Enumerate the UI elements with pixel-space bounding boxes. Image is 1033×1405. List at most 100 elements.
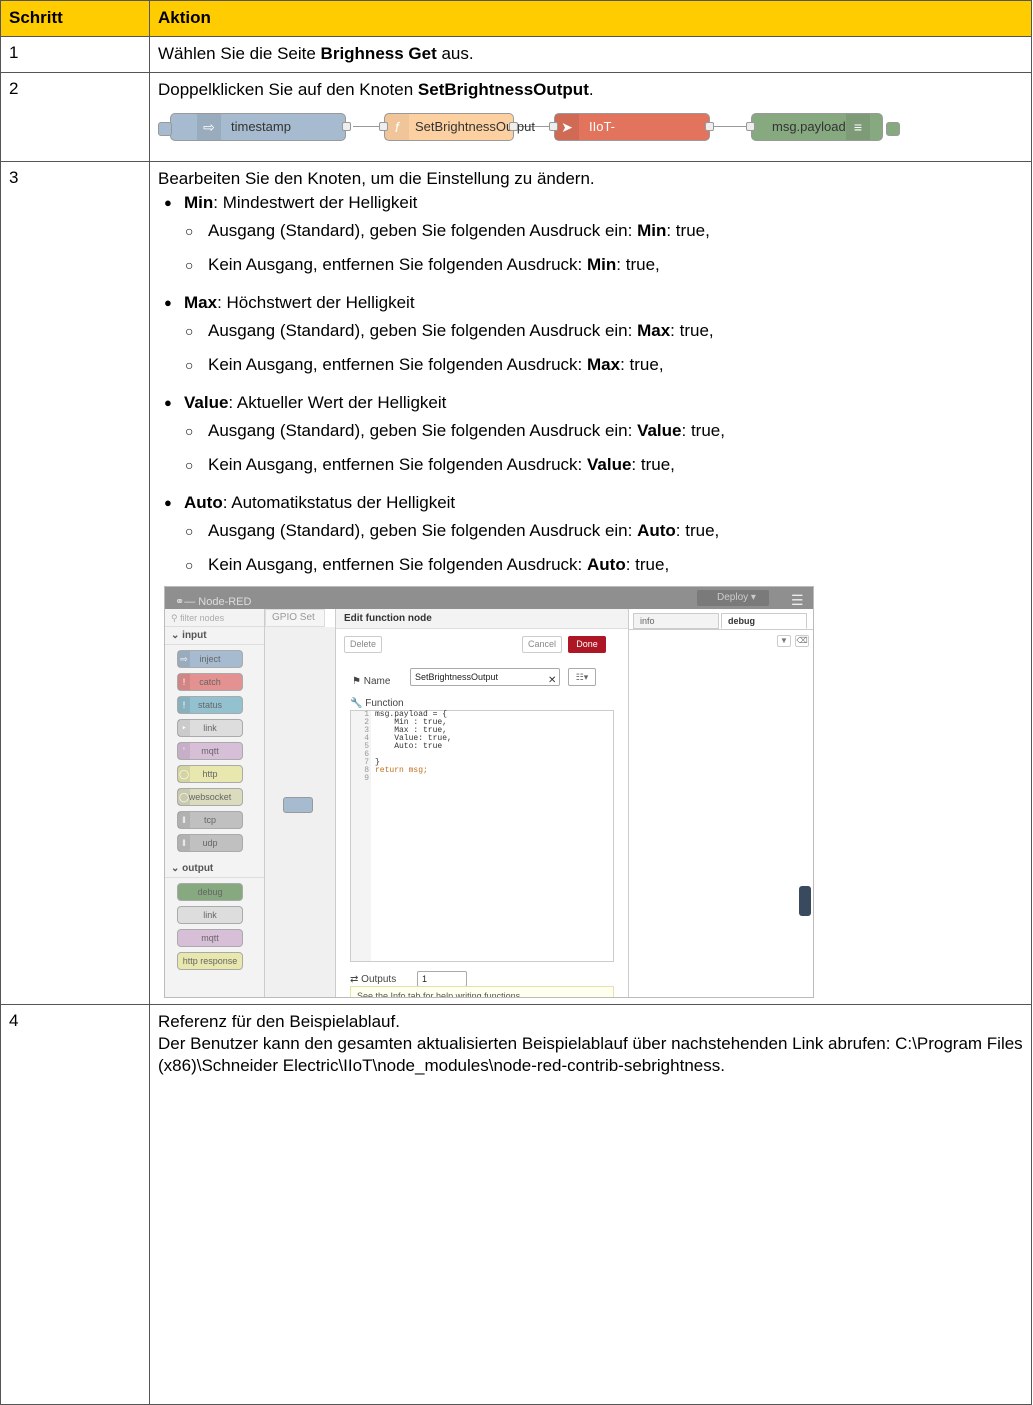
text: : true, <box>616 255 660 274</box>
iiot-arrow-icon: ➤ <box>555 114 579 140</box>
list-item: Ausgang (Standard), geben Sie folgenden … <box>184 420 1023 442</box>
cancel-button[interactable]: Cancel <box>522 636 562 653</box>
debug-toggle-button[interactable] <box>886 122 900 136</box>
palette-filter-input[interactable]: ⚲ filter nodes <box>165 609 264 627</box>
line-numbers: 123456789 <box>351 711 371 961</box>
setting-key: Max <box>587 355 621 374</box>
palette-node[interactable]: ⇨ inject <box>177 650 243 668</box>
filter-icon[interactable]: ▼ <box>777 635 791 647</box>
step-action: Doppelklicken Sie auf den Knoten SetBrig… <box>149 72 1032 162</box>
inject-button[interactable] <box>158 122 172 136</box>
setting-desc: : Höchstwert der Helligkeit <box>217 293 415 312</box>
clear-icon[interactable]: ✕ <box>548 670 556 692</box>
step-number: 1 <box>0 36 150 73</box>
table-header-row: Schritt Aktion <box>0 0 1032 37</box>
debug-list-icon: ≡ <box>846 114 870 140</box>
globe-icon: ◯ <box>178 789 190 805</box>
category-label: input <box>182 630 207 641</box>
alert-icon: ! <box>178 674 190 690</box>
hamburger-menu-icon[interactable]: ☰ <box>791 589 804 611</box>
palette-node[interactable]: ‛ mqtt <box>177 742 243 760</box>
palette-node-label: inject <box>199 654 221 664</box>
palette-node[interactable]: ‣ link <box>177 719 243 737</box>
function-icon: f <box>385 114 409 140</box>
palette-node-label: debug <box>197 887 223 897</box>
palette-node[interactable]: ‖ tcp <box>177 811 243 829</box>
list-item: Value : Aktueller Wert der Helligkeit Aus… <box>158 392 1023 476</box>
label-text: Outputs <box>361 974 397 985</box>
palette-node[interactable]: http response <box>177 952 243 970</box>
table-row: 2 Doppelklicken Sie auf den Knoten SetBr… <box>0 72 1032 162</box>
flow-diagram: ⇨ timestamp f SetBrightnessOutput ➤ IIoT… <box>158 109 1023 160</box>
code-editor[interactable]: 123456789 msg.payload = { Min : true, Ma… <box>350 710 614 962</box>
flow-node-iiot-brightness[interactable]: ➤ IIoT-Brightness_Data_Get <box>554 113 713 160</box>
setting-desc: : Aktueller Wert der Helligkeit <box>228 393 447 412</box>
language-select[interactable]: ☷▾ <box>568 668 596 686</box>
setting-key: Auto <box>587 555 626 574</box>
inject-icon: ⇨ <box>178 651 190 667</box>
text: : true, <box>675 521 720 540</box>
palette-node-label: mqtt <box>201 746 219 756</box>
text: : true, <box>620 355 664 374</box>
flow-canvas[interactable] <box>265 627 335 997</box>
action-text: Doppelklicken Sie auf den Knoten <box>158 80 418 99</box>
flow-node-setbrightnessoutput[interactable]: f SetBrightnessOutput <box>384 113 535 141</box>
text: : true, <box>681 421 725 440</box>
table-row: 1 Wählen Sie die Seite Brighness Get aus… <box>0 36 1032 73</box>
sidebar: info debug ▼ ⌫ <box>629 609 813 997</box>
outputs-spinner[interactable]: 1 <box>416 971 467 988</box>
trash-icon[interactable]: ⌫ <box>795 635 809 647</box>
palette-category-input[interactable]: ⌄ input <box>165 627 264 645</box>
canvas-node[interactable] <box>283 797 313 813</box>
setting-key: Min <box>637 221 667 240</box>
code-source: msg.payload = { Min : true, Max : true, … <box>375 711 452 775</box>
step-intro: Bearbeiten Sie den Knoten, um die Einste… <box>158 169 595 188</box>
output-port <box>509 122 518 131</box>
action-text: Wählen Sie die Seite <box>158 44 321 63</box>
palette-node[interactable]: ◯ websocket <box>177 788 243 806</box>
list-item: Kein Ausgang, entfernen Sie folgenden Au… <box>184 254 1023 276</box>
tab-info[interactable]: info <box>633 613 719 629</box>
name-input[interactable]: SetBrightnessOutput <box>410 668 560 686</box>
flow-node-timestamp[interactable]: ⇨ timestamp <box>170 113 346 141</box>
palette-node[interactable]: mqtt <box>177 929 243 947</box>
palette-node[interactable]: ! catch <box>177 673 243 691</box>
palette-node[interactable]: debug <box>177 883 243 901</box>
setting-key: Value <box>637 421 682 440</box>
header-action: Aktion <box>149 0 1032 37</box>
code-line: Auto: true <box>375 742 443 751</box>
app-title: Node-RED <box>198 596 252 608</box>
palette-node[interactable]: ‖ udp <box>177 834 243 852</box>
text: Kein Ausgang, entfernen Sie folgenden Au… <box>208 255 587 274</box>
node-label: timestamp <box>231 119 291 134</box>
palette-node[interactable]: link <box>177 906 243 924</box>
list-item: Max: Höchstwert der Helligkeit Ausgang (… <box>158 292 1023 376</box>
text: : true, <box>666 221 710 240</box>
tab-debug[interactable]: debug <box>721 613 807 629</box>
palette-node-label: status <box>197 700 222 710</box>
palette-category-output[interactable]: ⌄ output <box>165 860 264 878</box>
palette-node[interactable]: ! status <box>177 696 243 714</box>
flow-node-debug[interactable]: msg.payload ≡ <box>751 113 883 141</box>
step-action: Bearbeiten Sie den Knoten, um die Einste… <box>149 161 1032 1005</box>
chevron-down-icon: ⌄ <box>171 863 180 874</box>
tab-gpio-set[interactable]: GPIO Set <box>265 609 325 627</box>
reference-link-text: Der Benutzer kann den gesamten aktualisi… <box>158 1034 1023 1075</box>
list-item: Kein Ausgang, entfernen Sie folgenden Au… <box>184 354 1023 376</box>
debug-panel: ▼ ⌫ <box>629 629 813 997</box>
text: : true, <box>670 321 714 340</box>
setting-key: Min <box>184 193 214 212</box>
output-port <box>705 122 714 131</box>
delete-button[interactable]: Delete <box>344 636 382 653</box>
step-number: 3 <box>0 161 150 1005</box>
deploy-label: Deploy <box>717 592 749 603</box>
tab-label: GPIO Set <box>272 612 315 623</box>
palette-node[interactable]: ◯ http <box>177 765 243 783</box>
list-item: Auto: Automatikstatus der Helligkeit Aus… <box>158 492 1023 576</box>
scroll-handle[interactable] <box>799 886 811 916</box>
table-row: 3 Bearbeiten Sie den Knoten, um die Eins… <box>0 161 1032 1005</box>
done-button[interactable]: Done <box>568 636 606 653</box>
deploy-button[interactable]: Deploy ▾ <box>697 590 769 606</box>
node-label: IIoT-Brightness_Data_Get <box>589 119 714 160</box>
chevron-down-icon: ⌄ <box>171 630 180 641</box>
